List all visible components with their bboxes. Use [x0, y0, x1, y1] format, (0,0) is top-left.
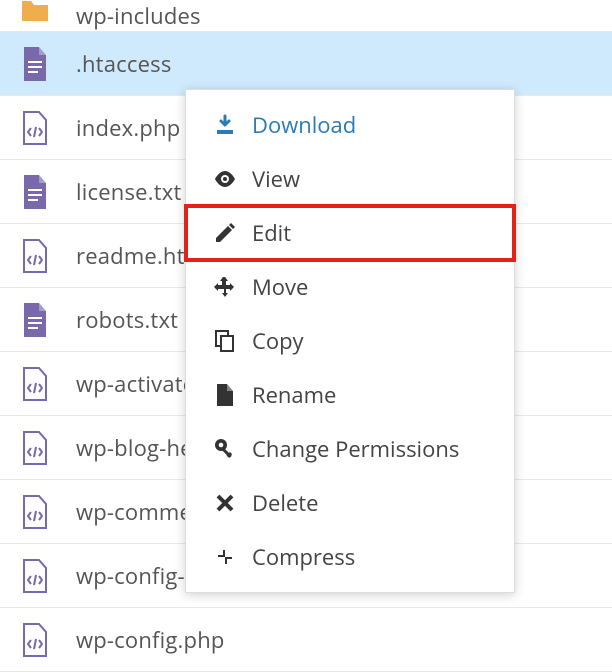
- menu-label: Delete: [252, 488, 318, 518]
- file-name: robots.txt: [76, 305, 178, 335]
- menu-label: Copy: [252, 326, 304, 356]
- menu-label: Compress: [252, 542, 355, 572]
- file-name: .htaccess: [76, 49, 172, 79]
- menu-item-rename[interactable]: Rename: [186, 368, 514, 422]
- pencil-icon: [212, 222, 238, 244]
- menu-item-copy[interactable]: Copy: [186, 314, 514, 368]
- eye-icon: [212, 171, 238, 187]
- menu-label: Change Permissions: [252, 434, 459, 464]
- menu-item-permissions[interactable]: Change Permissions: [186, 422, 514, 476]
- file-name: wp-config.php: [76, 625, 225, 655]
- code-file-icon: [20, 238, 50, 274]
- copy-icon: [212, 330, 238, 352]
- code-file-icon: [20, 366, 50, 402]
- move-icon: [212, 276, 238, 298]
- code-file-icon: [20, 494, 50, 530]
- menu-item-download[interactable]: Download: [186, 98, 514, 152]
- menu-item-delete[interactable]: Delete: [186, 476, 514, 530]
- document-icon: [20, 302, 50, 338]
- file-name: license.txt: [76, 177, 182, 207]
- file-row[interactable]: wp-config.php: [0, 608, 612, 672]
- menu-item-compress[interactable]: Compress: [186, 530, 514, 584]
- menu-item-move[interactable]: Move: [186, 260, 514, 314]
- file-icon: [212, 384, 238, 406]
- close-icon: [212, 494, 238, 512]
- key-icon: [212, 438, 238, 460]
- code-file-icon: [20, 558, 50, 594]
- menu-label: View: [252, 164, 300, 194]
- menu-item-edit[interactable]: Edit: [186, 206, 514, 260]
- file-name: index.php: [76, 113, 180, 143]
- file-row[interactable]: .htaccess: [0, 32, 612, 96]
- folder-icon: [20, 0, 50, 29]
- document-icon: [20, 46, 50, 82]
- code-file-icon: [20, 622, 50, 658]
- code-file-icon: [20, 110, 50, 146]
- compress-icon: [212, 547, 238, 567]
- code-file-icon: [20, 430, 50, 466]
- download-icon: [212, 114, 238, 136]
- file-row[interactable]: wp-includes: [0, 0, 612, 32]
- menu-label: Move: [252, 272, 308, 302]
- menu-label: Download: [252, 110, 356, 140]
- menu-label: Rename: [252, 380, 336, 410]
- context-menu: Download View Edit Move Copy Rename: [185, 89, 515, 593]
- file-name: wp-includes: [76, 1, 201, 31]
- document-icon: [20, 174, 50, 210]
- menu-item-view[interactable]: View: [186, 152, 514, 206]
- menu-label: Edit: [252, 218, 291, 248]
